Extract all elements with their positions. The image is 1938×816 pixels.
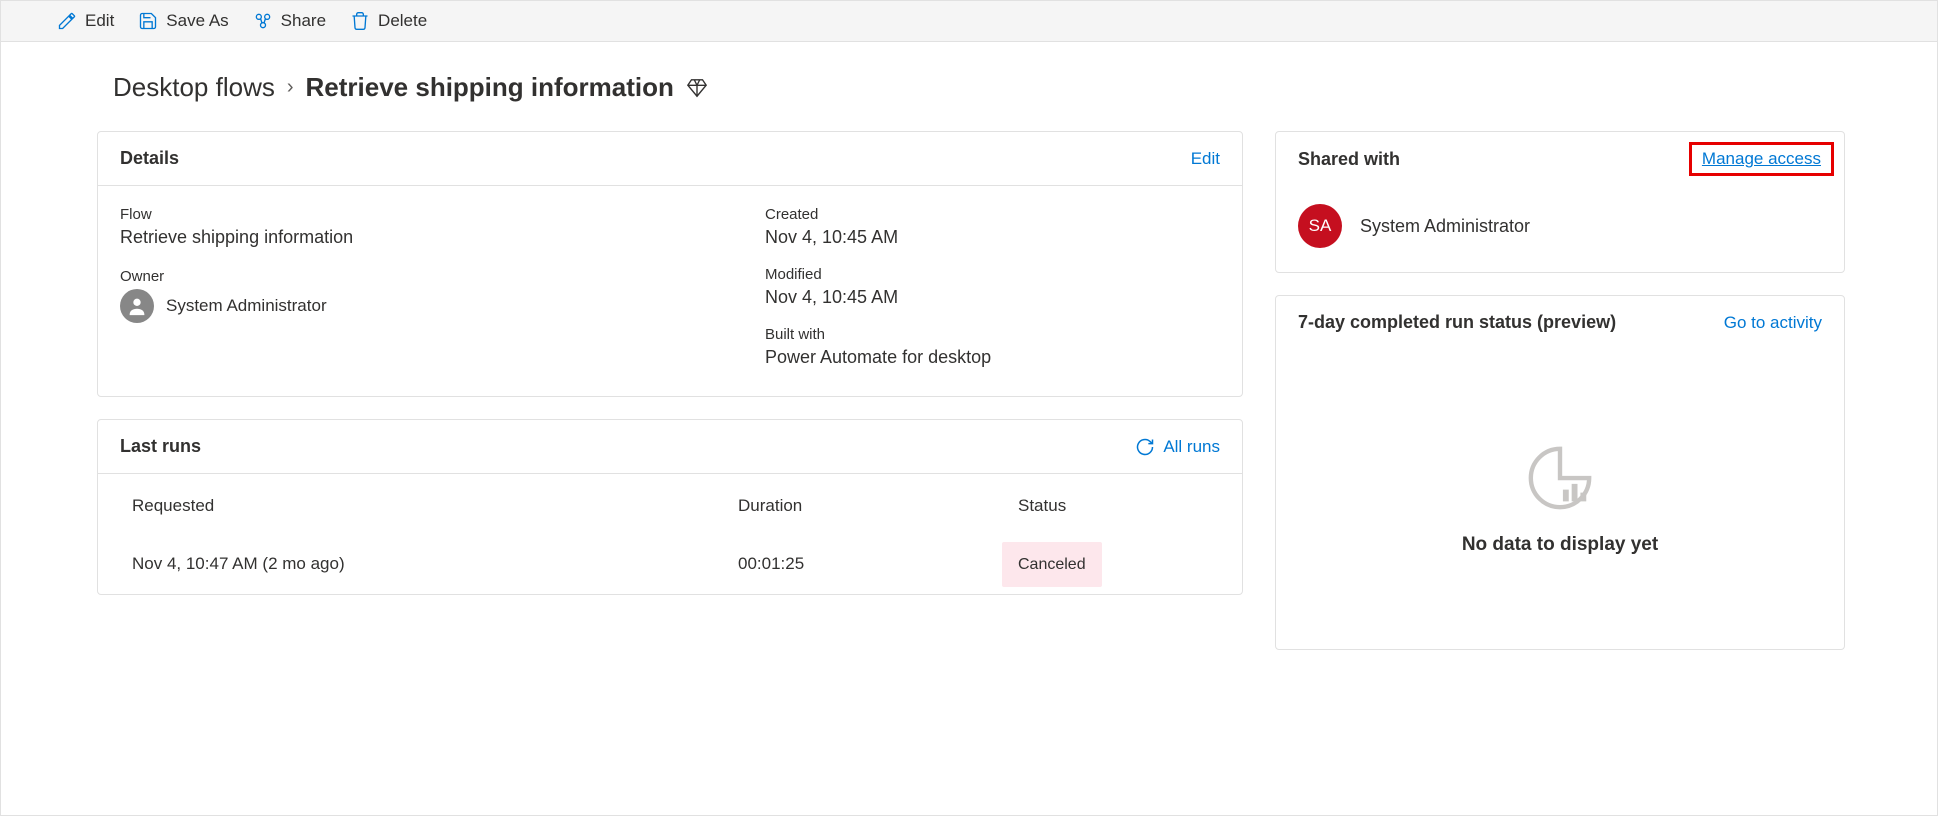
flow-label: Flow: [120, 206, 725, 223]
modified-label: Modified: [765, 266, 1220, 283]
details-card: Details Edit Flow Retrieve shipping info…: [97, 131, 1243, 397]
flow-value: Retrieve shipping information: [120, 227, 725, 248]
manage-access-link[interactable]: Manage access: [1702, 149, 1821, 168]
shared-with-title: Shared with: [1298, 149, 1400, 170]
edit-label: Edit: [85, 11, 114, 31]
manage-access-highlight: Manage access: [1689, 142, 1834, 176]
share-icon: [253, 11, 273, 31]
go-to-activity-link[interactable]: Go to activity: [1724, 313, 1822, 333]
details-edit-link[interactable]: Edit: [1191, 149, 1220, 169]
save-as-label: Save As: [166, 11, 228, 31]
cell-requested: Nov 4, 10:47 AM (2 mo ago): [132, 554, 738, 574]
modified-value: Nov 4, 10:45 AM: [765, 287, 1220, 308]
runs-table-header: Requested Duration Status: [98, 474, 1242, 538]
col-status: Status: [1018, 496, 1208, 516]
run-status-card: 7-day completed run status (preview) Go …: [1275, 295, 1845, 650]
breadcrumb: Desktop flows › Retrieve shipping inform…: [113, 72, 1829, 103]
col-duration: Duration: [738, 496, 1018, 516]
table-row[interactable]: Nov 4, 10:47 AM (2 mo ago) 00:01:25 Canc…: [98, 538, 1242, 594]
builtwith-value: Power Automate for desktop: [765, 347, 1220, 368]
delete-button[interactable]: Delete: [350, 11, 427, 31]
save-as-button[interactable]: Save As: [138, 11, 228, 31]
created-label: Created: [765, 206, 1220, 223]
chart-placeholder-icon: [1525, 443, 1595, 516]
save-as-icon: [138, 11, 158, 31]
delete-label: Delete: [378, 11, 427, 31]
command-bar: Edit Save As Share Delete: [1, 1, 1937, 42]
all-runs-label: All runs: [1163, 437, 1220, 457]
share-label: Share: [281, 11, 326, 31]
shared-with-card: Shared with Manage access SA System Admi…: [1275, 131, 1845, 273]
refresh-icon: [1135, 437, 1155, 457]
avatar: SA: [1298, 204, 1342, 248]
edit-button[interactable]: Edit: [57, 11, 114, 31]
avatar-icon: [120, 289, 154, 323]
cell-duration: 00:01:25: [738, 554, 1018, 574]
all-runs-link[interactable]: All runs: [1135, 437, 1220, 457]
no-data-text: No data to display yet: [1462, 534, 1658, 556]
run-status-title: 7-day completed run status (preview): [1298, 312, 1616, 333]
breadcrumb-root[interactable]: Desktop flows: [113, 72, 275, 103]
last-runs-card: Last runs All runs Requested Duration: [97, 419, 1243, 595]
created-value: Nov 4, 10:45 AM: [765, 227, 1220, 248]
details-title: Details: [120, 148, 179, 169]
premium-icon: [686, 77, 708, 99]
last-runs-title: Last runs: [120, 436, 201, 457]
col-requested: Requested: [132, 496, 738, 516]
cell-status: Canceled: [1002, 542, 1102, 587]
share-button[interactable]: Share: [253, 11, 326, 31]
pencil-icon: [57, 11, 77, 31]
breadcrumb-current: Retrieve shipping information: [306, 72, 674, 103]
trash-icon: [350, 11, 370, 31]
chevron-right-icon: ›: [287, 76, 294, 99]
shared-user-name: System Administrator: [1360, 216, 1530, 237]
owner-value: System Administrator: [166, 296, 327, 316]
owner-label: Owner: [120, 268, 725, 285]
builtwith-label: Built with: [765, 326, 1220, 343]
